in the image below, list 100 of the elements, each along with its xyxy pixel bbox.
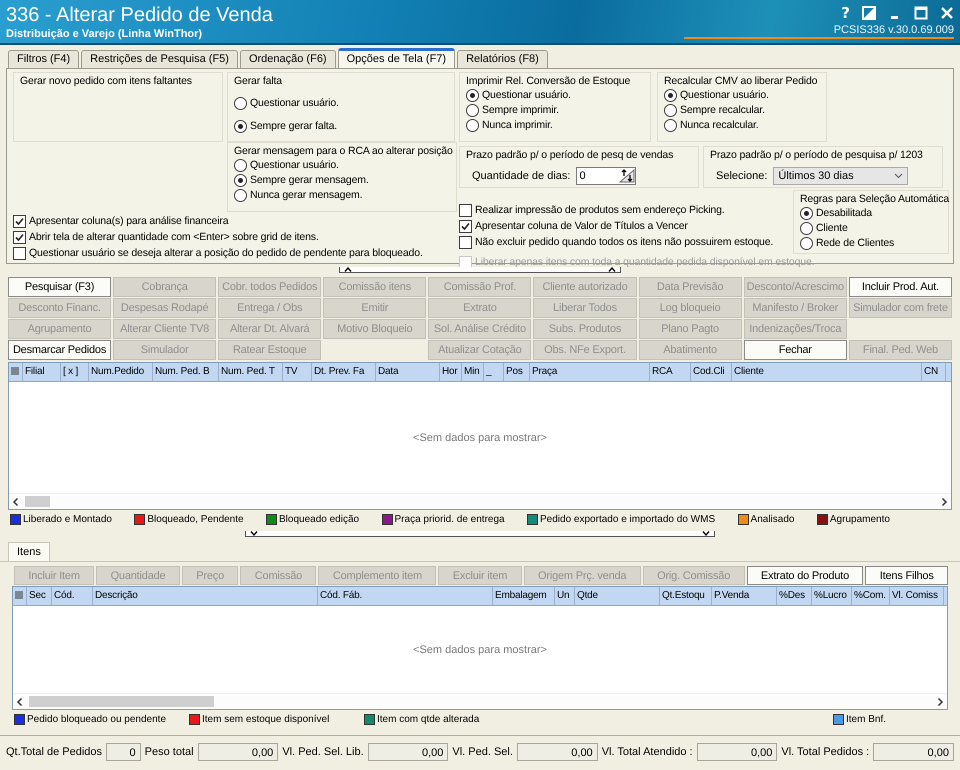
column-header[interactable]: %Lucro: [812, 587, 852, 605]
group-title: Gerar mensagem para o RCA ao alterar posição: [234, 145, 453, 157]
tab[interactable]: Relatórios (F8): [457, 50, 548, 68]
column-header[interactable]: _: [484, 363, 504, 381]
total-value: 0,00: [516, 743, 598, 761]
radio-option[interactable]: Sempre recalcular.: [664, 104, 765, 117]
column-header[interactable]: CN: [922, 363, 946, 381]
column-header[interactable]: Qt.Estoqu: [660, 587, 712, 605]
checkbox-option[interactable]: Realizar impressão de produtos sem endereço Picking.: [459, 204, 725, 217]
column-header[interactable]: Num. Ped. T: [219, 363, 283, 381]
column-header[interactable]: Embalagem: [493, 587, 555, 605]
dropdown-icon[interactable]: [894, 173, 904, 179]
checkbox-option[interactable]: Apresentar coluna de Valor de Títulos a Vencer: [459, 220, 688, 233]
tab[interactable]: Filtros (F4): [8, 50, 80, 68]
legend-label: Praça priorid. de entrega: [394, 514, 505, 524]
checkbox-option[interactable]: Abrir tela de alterar quantidade com <Enter> sobre grid de itens.: [13, 231, 319, 244]
period-select[interactable]: Últimos 30 dias: [773, 167, 908, 185]
scroll-left-icon[interactable]: [15, 696, 25, 706]
scroll-left-icon[interactable]: [11, 496, 21, 506]
radio-option[interactable]: Questionar usuário.: [664, 89, 769, 102]
legend-label: Bloqueado, Pendente: [147, 514, 244, 524]
item-action-button[interactable]: Itens Filhos: [865, 566, 948, 585]
spin-arrows-icon[interactable]: [619, 169, 636, 183]
column-header[interactable]: Cod.Cli: [691, 363, 732, 381]
column-header[interactable]: Dt. Prev. Fa: [312, 363, 376, 381]
column-header[interactable]: Min: [462, 363, 484, 381]
legend-label: Item sem estoque disponível: [202, 714, 330, 724]
tab[interactable]: Restrições de Pesquisa (F5): [81, 50, 238, 68]
tab[interactable]: Itens: [8, 542, 50, 561]
window-subtitle: Distribuição e Varejo (Linha WinThor): [6, 28, 204, 40]
legend-label: Pedido exportado e importado do WMS: [540, 514, 716, 524]
total-value: 0,00: [873, 743, 954, 761]
column-header[interactable]: %Com.: [852, 587, 890, 605]
column-header[interactable]: Qtde: [575, 587, 660, 605]
splitter-grip[interactable]: [339, 267, 621, 273]
collapse-up-icon[interactable]: [344, 267, 352, 272]
collapse-down-icon[interactable]: [702, 531, 710, 536]
column-header[interactable]: Filial: [23, 363, 61, 381]
contrast-icon[interactable]: [862, 6, 876, 20]
radio-option[interactable]: Rede de Clientes: [800, 237, 894, 250]
days-spin-field[interactable]: 0: [576, 167, 636, 185]
checkbox-option[interactable]: Não excluir pedido quando todos os itens não possuirem estoque.: [459, 236, 774, 249]
column-header[interactable]: Un: [555, 587, 575, 605]
total-label: Peso total: [144, 746, 194, 758]
radio-option[interactable]: Desabilitada: [800, 207, 872, 220]
column-header[interactable]: Cód.: [52, 587, 93, 605]
radio-option[interactable]: Sempre imprimir.: [466, 104, 559, 117]
radio-option[interactable]: Sempre gerar mensagem.: [234, 174, 369, 187]
column-header[interactable]: Cód. Fáb.: [318, 587, 493, 605]
group-title: Gerar falta: [234, 75, 282, 87]
item-action-button[interactable]: Extrato do Produto: [746, 566, 864, 585]
collapse-up-icon[interactable]: [608, 267, 616, 272]
scrollbar-thumb[interactable]: [29, 696, 214, 707]
column-header[interactable]: Data: [376, 363, 440, 381]
tab[interactable]: Opções de Tela (F7): [338, 48, 456, 68]
group-title: Prazo padrão p/ o período de pesquisa p/ 1203: [710, 149, 923, 161]
field-label: Quantidade de dias:: [472, 170, 570, 182]
radio-option[interactable]: Questionar usuário.: [466, 89, 571, 102]
action-button[interactable]: Pesquisar (F3): [8, 277, 112, 297]
radio-option[interactable]: Nunca gerar mensagem.: [234, 189, 362, 202]
checkbox-option[interactable]: Questionar usuário se deseja alterar a posição do pedido de pendente para bloqueado.: [13, 247, 423, 260]
action-button[interactable]: Desmarcar Pedidos: [8, 340, 112, 360]
column-header[interactable]: Vl. Comiss: [890, 587, 944, 605]
horizontal-scrollbar[interactable]: [13, 693, 947, 709]
column-header[interactable]: TV: [283, 363, 312, 381]
column-header[interactable]: P.Venda: [712, 587, 777, 605]
column-header[interactable]: Hor: [440, 363, 462, 381]
column-header[interactable]: Pos: [504, 363, 530, 381]
radio-option[interactable]: Nunca imprimir.: [466, 119, 553, 132]
column-header[interactable]: Cliente: [732, 363, 922, 381]
maximize-icon[interactable]: [914, 6, 928, 20]
radio-option[interactable]: Sempre gerar falta.: [234, 120, 338, 133]
column-header[interactable]: Sec: [27, 587, 52, 605]
collapse-down-icon[interactable]: [250, 531, 258, 536]
scroll-right-icon[interactable]: [939, 496, 949, 506]
tab[interactable]: Ordenação (F6): [240, 50, 336, 68]
column-header[interactable]: Num. Ped. B: [153, 363, 219, 381]
close-icon[interactable]: [940, 6, 954, 20]
scrollbar-thumb[interactable]: [25, 496, 50, 507]
column-chooser-icon[interactable]: [13, 587, 27, 605]
column-header[interactable]: [ x ]: [61, 363, 89, 381]
column-header[interactable]: Descrição: [93, 587, 318, 605]
column-header[interactable]: Num.Pedido: [89, 363, 153, 381]
action-button[interactable]: Fechar: [744, 340, 847, 360]
column-chooser-icon[interactable]: [9, 363, 23, 381]
help-button[interactable]: ?: [841, 4, 850, 22]
action-button[interactable]: Incluir Prod. Aut.: [848, 277, 952, 297]
column-header[interactable]: RCA: [650, 363, 691, 381]
scroll-right-icon[interactable]: [935, 696, 945, 706]
horizontal-scrollbar[interactable]: [9, 493, 951, 509]
column-header[interactable]: Praça: [530, 363, 650, 381]
checkbox-option[interactable]: Apresentar coluna(s) para análise financeira: [13, 215, 228, 228]
radio-option[interactable]: Cliente: [800, 222, 848, 235]
column-header[interactable]: %Des: [777, 587, 812, 605]
radio-option[interactable]: Questionar usuário.: [234, 97, 339, 110]
legend-label: Analisado: [750, 514, 794, 524]
version-label: PCSIS336 v.30.0.69.009: [684, 24, 954, 39]
radio-option[interactable]: Nunca recalcular.: [664, 119, 759, 132]
splitter-grip[interactable]: [245, 531, 715, 537]
radio-option[interactable]: Questionar usuário.: [234, 159, 339, 172]
